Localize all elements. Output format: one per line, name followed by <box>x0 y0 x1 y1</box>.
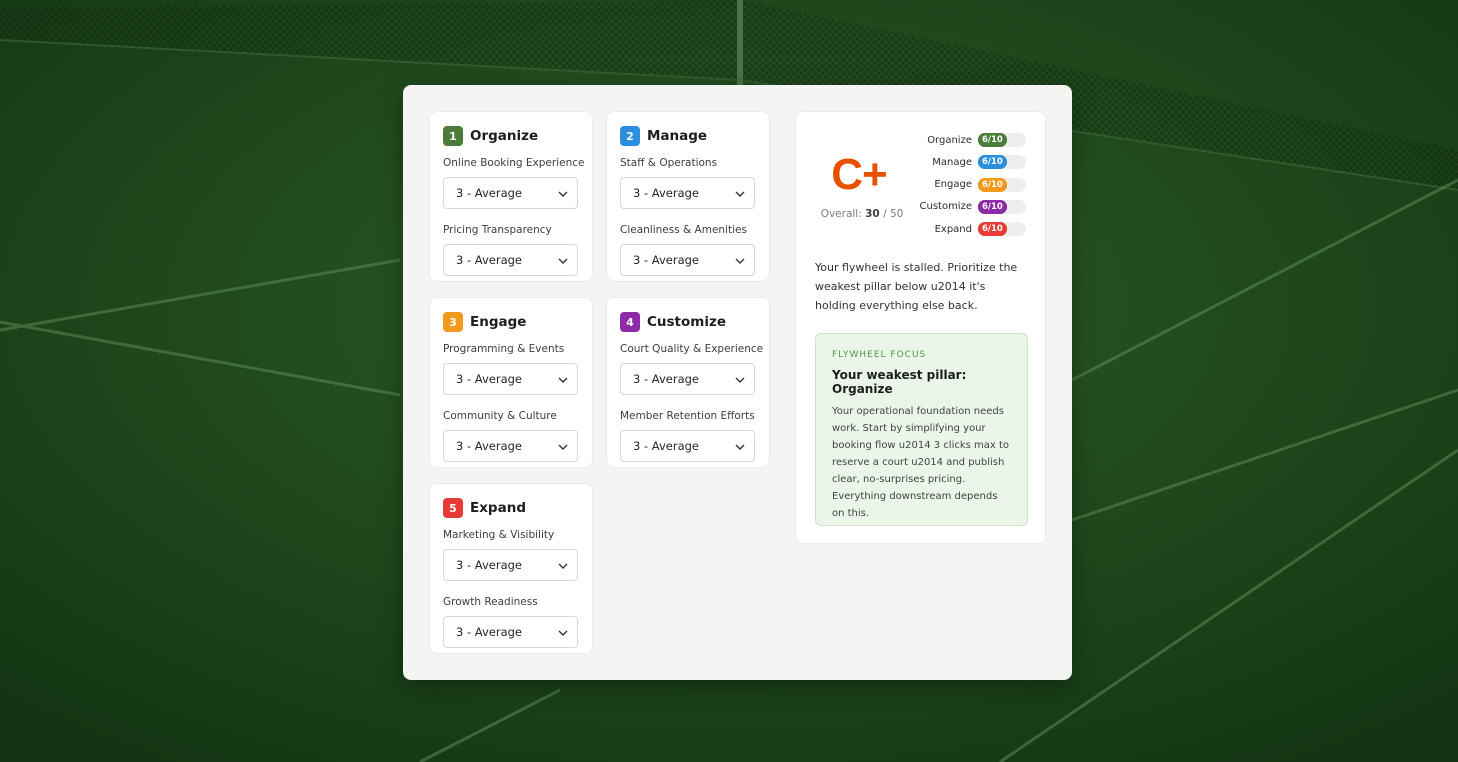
pillar-header: 5 Expand <box>443 498 579 518</box>
focus-title: Your weakest pillar: Organize <box>832 368 967 396</box>
pillar-header: 1 Organize <box>443 126 579 146</box>
pillar-header: 4 Customize <box>620 312 756 332</box>
score-name: Organize <box>927 134 972 146</box>
pillar-card-expand: 5 Expand Marketing & Visibility 3 - Average… <box>429 483 593 654</box>
score-name: Engage <box>934 179 972 191</box>
focus-body: Your operational foundation needs work. … <box>832 406 1010 519</box>
pillar-header: 2 Manage <box>620 126 756 146</box>
rating-select[interactable]: 3 - Average <box>443 363 578 395</box>
chevron-down-icon <box>734 441 746 451</box>
rating-select-value: 3 - Average <box>456 186 523 200</box>
chevron-down-icon <box>557 441 569 451</box>
assessment-card: C+ Overall: 30 / 50 Organize 6/10 Manage 6/… <box>403 85 1072 680</box>
rating-select[interactable]: 3 - Average <box>443 244 578 276</box>
pillar-title: Engage <box>470 314 527 330</box>
question-label: Staff & Operations <box>620 157 718 169</box>
pillar-number-badge: 2 <box>620 126 640 146</box>
question-label: Member Retention Efforts <box>620 410 755 422</box>
rating-select-value: 3 - Average <box>456 558 523 572</box>
question-label: Online Booking Experience <box>443 157 585 169</box>
rating-select[interactable]: 3 - Average <box>620 430 755 462</box>
rating-select-value: 3 - Average <box>633 372 700 386</box>
score-bar-track: 6/10 <box>978 177 1026 192</box>
rating-select[interactable]: 3 - Average <box>443 430 578 462</box>
chevron-down-icon <box>557 255 569 265</box>
chevron-down-icon <box>557 627 569 637</box>
chevron-down-icon <box>557 188 569 198</box>
question-label: Cleanliness & Amenities <box>620 224 747 236</box>
chevron-down-icon <box>734 188 746 198</box>
question-label: Community & Culture <box>443 410 557 422</box>
pillar-title: Organize <box>470 128 539 144</box>
rating-select[interactable]: 3 - Average <box>443 616 578 648</box>
chevron-down-icon <box>734 374 746 384</box>
rating-select[interactable]: 3 - Average <box>443 177 578 209</box>
score-value-badge: 6/10 <box>978 133 1007 147</box>
pillar-card-engage: 3 Engage Programming & Events 3 - Average Co… <box>429 297 593 468</box>
pillar-title: Manage <box>647 128 708 144</box>
pillar-title: Expand <box>470 500 526 516</box>
rating-select-value: 3 - Average <box>633 439 700 453</box>
results-panel: C+ Overall: 30 / 50 Organize 6/10 Manage 6/… <box>795 111 1046 544</box>
pillar-number-badge: 4 <box>620 312 640 332</box>
grade-value: C+ <box>831 150 887 199</box>
overall-score: Overall: 30 / 50 <box>820 208 904 220</box>
pillar-number-badge: 3 <box>443 312 463 332</box>
question-label: Growth Readiness <box>443 596 538 608</box>
rating-select-value: 3 - Average <box>456 439 523 453</box>
pillar-card-customize: 4 Customize Court Quality & Experience 3 - … <box>606 297 770 468</box>
rating-select-value: 3 - Average <box>456 372 523 386</box>
score-name: Manage <box>932 156 972 168</box>
score-row-engage: Engage 6/10 <box>904 177 1028 193</box>
pillar-title: Customize <box>647 314 726 330</box>
score-row-expand: Expand 6/10 <box>904 221 1028 237</box>
score-value-badge: 6/10 <box>978 199 1007 214</box>
score-bar-track: 6/10 <box>978 199 1026 214</box>
question-label: Programming & Events <box>443 343 565 355</box>
score-row-organize: Organize 6/10 <box>904 132 1028 148</box>
chevron-down-icon <box>557 560 569 570</box>
score-name: Customize <box>919 201 973 213</box>
pillar-number-badge: 5 <box>443 498 463 518</box>
pillar-card-organize: 1 Organize Online Booking Experience 3 - Av… <box>429 111 593 282</box>
flywheel-message: Your flywheel is stalled. Prioritize the… <box>815 261 1018 312</box>
rating-select-value: 3 - Average <box>633 253 700 267</box>
score-value-badge: 6/10 <box>978 222 1007 237</box>
rating-select[interactable]: 3 - Average <box>443 549 578 581</box>
question-label: Pricing Transparency <box>443 224 552 236</box>
score-bar-track: 6/10 <box>978 133 1026 147</box>
rating-select-value: 3 - Average <box>633 186 700 200</box>
score-row-customize: Customize 6/10 <box>904 199 1028 215</box>
flywheel-focus-box: FLYWHEEL FOCUS Your weakest pillar: Orga… <box>815 333 1028 526</box>
score-bar-track: 6/10 <box>978 222 1026 237</box>
pillar-card-manage: 2 Manage Staff & Operations 3 - Average Clea… <box>606 111 770 282</box>
focus-kicker: FLYWHEEL FOCUS <box>832 350 927 360</box>
score-name: Expand <box>934 223 972 235</box>
pillar-number-badge: 1 <box>443 126 463 146</box>
score-bar-track: 6/10 <box>978 155 1026 170</box>
pillar-header: 3 Engage <box>443 312 579 332</box>
rating-select-value: 3 - Average <box>456 625 523 639</box>
rating-select-value: 3 - Average <box>456 253 523 267</box>
rating-select[interactable]: 3 - Average <box>620 177 755 209</box>
score-row-manage: Manage 6/10 <box>904 154 1028 170</box>
chevron-down-icon <box>734 255 746 265</box>
chevron-down-icon <box>557 374 569 384</box>
question-label: Marketing & Visibility <box>443 529 555 541</box>
rating-select[interactable]: 3 - Average <box>620 244 755 276</box>
question-label: Court Quality & Experience <box>620 343 764 355</box>
score-value-badge: 6/10 <box>978 155 1007 170</box>
rating-select[interactable]: 3 - Average <box>620 363 755 395</box>
score-value-badge: 6/10 <box>978 177 1007 192</box>
